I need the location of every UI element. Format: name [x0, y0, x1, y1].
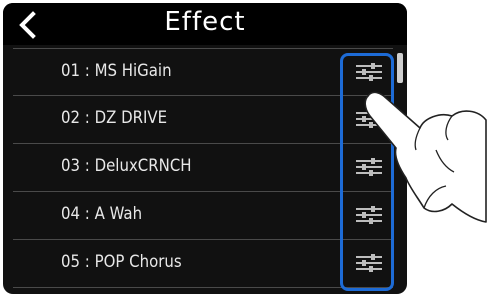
effect-row-05[interactable]: 05 : POP Chorus — [13, 240, 393, 288]
scrollbar[interactable] — [397, 53, 403, 83]
edit-column-highlight — [340, 53, 394, 291]
header-bar: Effect — [3, 3, 407, 45]
effect-row-02[interactable]: 02 : DZ DRIVE — [13, 96, 393, 144]
effect-row-04[interactable]: 04 : A Wah — [13, 192, 393, 240]
effect-label: 05 : POP Chorus — [61, 252, 182, 272]
page-title: Effect — [164, 7, 246, 37]
effect-label: 02 : DZ DRIVE — [61, 108, 168, 128]
effect-row-03[interactable]: 03 : DeluxCRNCH — [13, 144, 393, 192]
effect-list: 01 : MS HiGain 02 : DZ DRIVE 03: DeluxC… — [13, 48, 393, 288]
effect-label: 01 : MS HiGain — [61, 61, 172, 81]
effect-label: 04 : A Wah — [61, 204, 143, 224]
effect-row-01[interactable]: 01 : MS HiGain — [13, 48, 393, 96]
effect-label: 03 : DeluxCRNCH — [61, 156, 192, 176]
